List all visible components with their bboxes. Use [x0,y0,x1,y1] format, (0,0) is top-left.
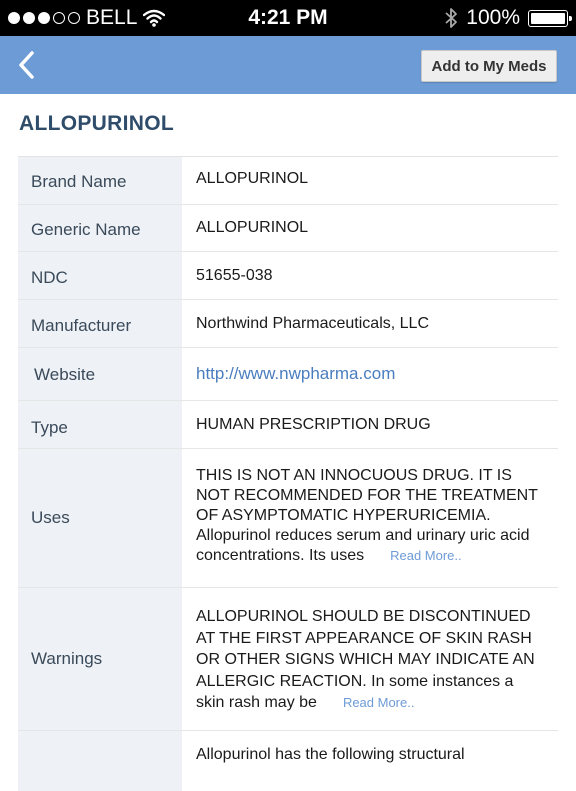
table-row-ndc: NDC 51655-038 [18,252,558,300]
chevron-left-icon[interactable] [12,48,44,82]
nav-bar: Add to My Meds [0,36,576,94]
row-value: 51655-038 [196,266,273,284]
table-row-uses: Uses THIS IS NOT AN INNOCUOUS DRUG. IT I… [18,449,558,588]
battery-icon [528,9,572,27]
row-value: THIS IS NOT AN INNOCUOUS DRUG. IT IS NOT… [182,449,558,587]
row-value: ALLOPURINOL SHOULD BE DISCONTINUED AT TH… [182,588,558,730]
table-row-brand-name: Brand Name ALLOPURINOL [18,157,558,205]
row-value: HUMAN PRESCRIPTION DRUG [196,415,431,433]
website-link[interactable]: http://www.nwpharma.com [196,364,395,384]
row-label: Generic Name [18,205,182,251]
row-value: Northwind Pharmaceuticals, LLC [196,314,429,332]
row-value: Allopurinol has the following structural [196,746,465,763]
uses-text: THIS IS NOT AN INNOCUOUS DRUG. IT IS NOT… [196,467,538,564]
table-row-website: Website http://www.nwpharma.com [18,348,558,401]
row-value: http://www.nwpharma.com [182,348,558,400]
row-label: Brand Name [18,157,182,204]
row-label [18,731,182,791]
table-row-type: Type HUMAN PRESCRIPTION DRUG [18,401,558,449]
row-value: ALLOPURINOL [196,169,309,187]
row-value: ALLOPURINOL [196,219,309,236]
warnings-read-more-link[interactable]: Read More.. [343,695,415,710]
table-row-manufacturer: Manufacturer Northwind Pharmaceuticals, … [18,300,558,348]
row-label: Type [18,401,182,448]
table-row-warnings: Warnings ALLOPURINOL SHOULD BE DISCONTIN… [18,588,558,731]
table-row-generic-name: Generic Name ALLOPURINOL [18,205,558,252]
row-label: Manufacturer [18,300,182,347]
row-label: Warnings [18,588,182,730]
add-to-my-meds-button[interactable]: Add to My Meds [421,50,557,82]
status-right: 100% [444,6,572,30]
status-bar: BELL 4:21 PM 100% [0,0,576,36]
battery-percent: 100% [466,6,520,29]
row-label: Website [18,348,182,400]
drug-title: ALLOPURINOL [19,112,174,135]
uses-read-more-link[interactable]: Read More.. [390,548,462,563]
row-label: NDC [18,252,182,299]
drug-info-table: Brand Name ALLOPURINOL Generic Name ALLO… [18,156,558,791]
bluetooth-icon [445,8,458,28]
row-label: Uses [18,449,182,587]
table-row-description: Allopurinol has the following structural [18,731,558,791]
